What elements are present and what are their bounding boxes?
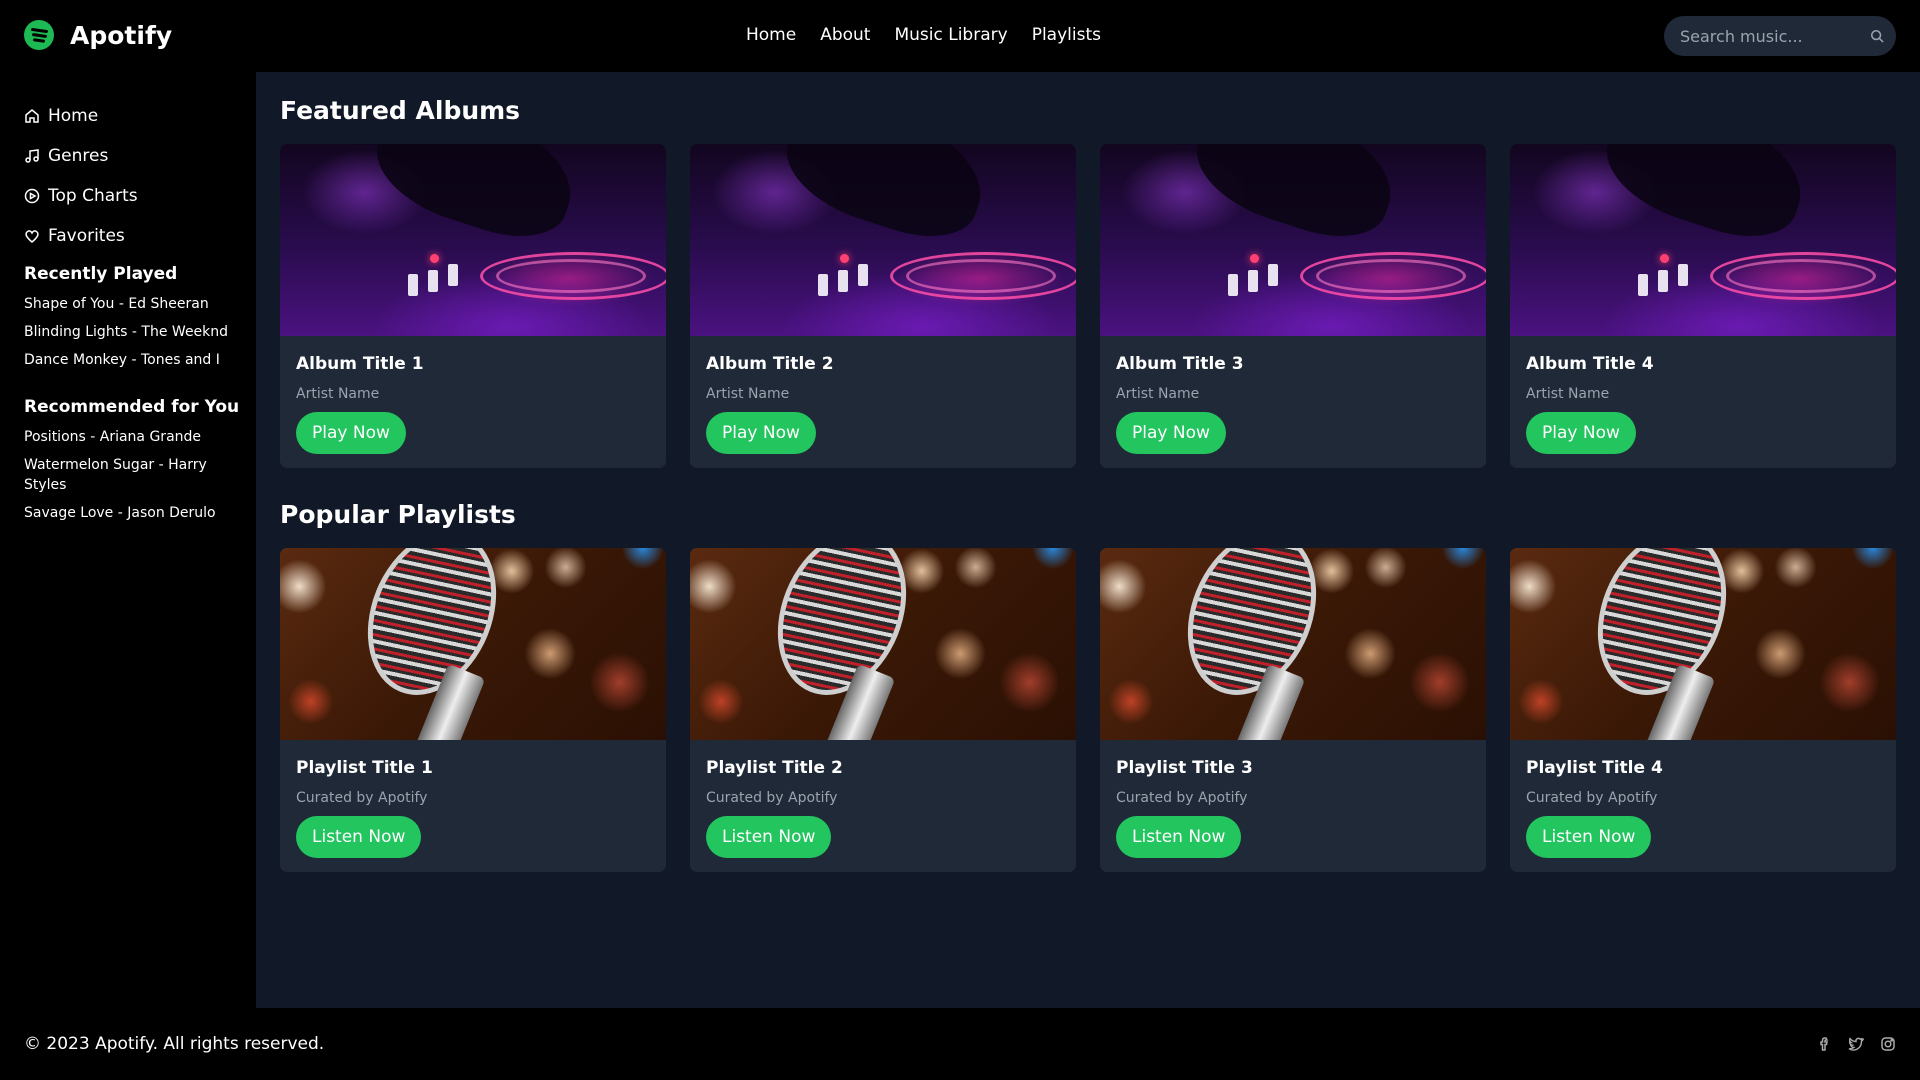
playlist-card[interactable]: Playlist Title 1 Curated by Apotify List… [280, 548, 666, 872]
recently-played-item[interactable]: Blinding Lights - The Weeknd [24, 322, 244, 342]
recently-played-heading: Recently Played [24, 264, 178, 284]
album-title: Album Title 4 [1526, 354, 1654, 374]
artist-name: Artist Name [296, 386, 380, 402]
recommended-item[interactable]: Positions - Ariana Grande [24, 427, 244, 447]
playlist-card[interactable]: Playlist Title 2 Curated by Apotify List… [690, 548, 1076, 872]
app-logo[interactable]: Apotify [24, 20, 172, 50]
playlist-title: Playlist Title 1 [296, 758, 433, 778]
album-title: Album Title 3 [1116, 354, 1244, 374]
playlist-cover-image [1100, 548, 1486, 740]
playlist-title: Playlist Title 4 [1526, 758, 1663, 778]
listen-now-button[interactable]: Listen Now [1116, 816, 1242, 858]
album-card[interactable]: Album Title 2 Artist Name Play Now [690, 144, 1076, 468]
sidebar-item-label: Favorites [48, 226, 125, 246]
recommended-item[interactable]: Watermelon Sugar - Harry Styles [24, 455, 224, 495]
top-nav: Home About Music Library Playlists [746, 24, 1125, 46]
album-card[interactable]: Album Title 4 Artist Name Play Now [1510, 144, 1896, 468]
playlist-card[interactable]: Playlist Title 4 Curated by Apotify List… [1510, 548, 1896, 872]
facebook-icon[interactable] [1816, 1036, 1832, 1052]
search-input[interactable] [1664, 16, 1864, 56]
playlist-curator: Curated by Apotify [296, 790, 428, 806]
album-card[interactable]: Album Title 3 Artist Name Play Now [1100, 144, 1486, 468]
twitter-icon[interactable] [1848, 1036, 1865, 1052]
footer: © 2023 Apotify. All rights reserved. [0, 1008, 1920, 1080]
play-now-button[interactable]: Play Now [706, 412, 816, 454]
sidebar-item-home[interactable]: Home [24, 96, 138, 136]
listen-now-button[interactable]: Listen Now [296, 816, 422, 858]
recommended-item[interactable]: Savage Love - Jason Derulo [24, 503, 244, 523]
sidebar-item-label: Home [48, 106, 99, 126]
app-name: Apotify [70, 20, 173, 50]
sidebar-item-favorites[interactable]: Favorites [24, 216, 138, 256]
instagram-icon[interactable] [1880, 1036, 1896, 1052]
playlist-cover-image [690, 548, 1076, 740]
play-circle-icon [24, 188, 40, 204]
popular-playlists-heading: Popular Playlists [280, 500, 516, 529]
heart-icon [25, 230, 39, 243]
nav-link-about[interactable]: About [820, 24, 870, 46]
listen-now-button[interactable]: Listen Now [706, 816, 832, 858]
recommended-section: Recommended for You Positions - Ariana G… [24, 397, 244, 531]
play-now-button[interactable]: Play Now [1116, 412, 1226, 454]
playlist-title: Playlist Title 2 [706, 758, 843, 778]
playlist-curator: Curated by Apotify [706, 790, 838, 806]
artist-name: Artist Name [1526, 386, 1610, 402]
album-title: Album Title 1 [296, 354, 424, 374]
nav-link-music-library[interactable]: Music Library [894, 24, 1007, 46]
recommended-heading: Recommended for You [24, 397, 240, 417]
search-icon[interactable] [1870, 29, 1884, 43]
recently-played-section: Recently Played Shape of You - Ed Sheera… [24, 264, 244, 378]
main-content: Featured Albums Album Title 1 Artist Nam… [256, 72, 1920, 1008]
play-now-button[interactable]: Play Now [296, 412, 406, 454]
album-cover-image [1100, 144, 1486, 336]
album-title: Album Title 2 [706, 354, 834, 374]
sidebar-item-genres[interactable]: Genres [24, 136, 138, 176]
playlist-cover-image [280, 548, 666, 740]
search-box [1664, 16, 1896, 56]
sidebar-item-label: Top Charts [48, 186, 138, 206]
playlist-cover-image [1510, 548, 1896, 740]
spotify-logo-icon [24, 20, 54, 50]
playlist-card[interactable]: Playlist Title 3 Curated by Apotify List… [1100, 548, 1486, 872]
nav-link-playlists[interactable]: Playlists [1032, 24, 1101, 46]
sidebar: Home Genres Top Charts Favorites Recentl… [0, 72, 256, 1008]
playlist-curator: Curated by Apotify [1116, 790, 1248, 806]
sidebar-nav: Home Genres Top Charts Favorites [24, 96, 138, 256]
album-cover-image [1510, 144, 1896, 336]
top-header: Apotify Home About Music Library Playlis… [0, 0, 1920, 72]
album-cover-image [690, 144, 1076, 336]
artist-name: Artist Name [706, 386, 790, 402]
music-note-icon [25, 149, 39, 163]
playlist-curator: Curated by Apotify [1526, 790, 1658, 806]
sidebar-item-label: Genres [48, 146, 109, 166]
recently-played-item[interactable]: Shape of You - Ed Sheeran [24, 294, 244, 314]
play-now-button[interactable]: Play Now [1526, 412, 1636, 454]
copyright-text: © 2023 Apotify. All rights reserved. [24, 1034, 325, 1054]
featured-albums-heading: Featured Albums [280, 96, 521, 125]
nav-link-home[interactable]: Home [746, 24, 796, 46]
album-cover-image [280, 144, 666, 336]
home-icon [25, 109, 39, 123]
recently-played-item[interactable]: Dance Monkey - Tones and I [24, 350, 244, 370]
sidebar-item-top-charts[interactable]: Top Charts [24, 176, 138, 216]
artist-name: Artist Name [1116, 386, 1200, 402]
social-links [1816, 1036, 1896, 1052]
album-card[interactable]: Album Title 1 Artist Name Play Now [280, 144, 666, 468]
playlist-title: Playlist Title 3 [1116, 758, 1253, 778]
listen-now-button[interactable]: Listen Now [1526, 816, 1652, 858]
